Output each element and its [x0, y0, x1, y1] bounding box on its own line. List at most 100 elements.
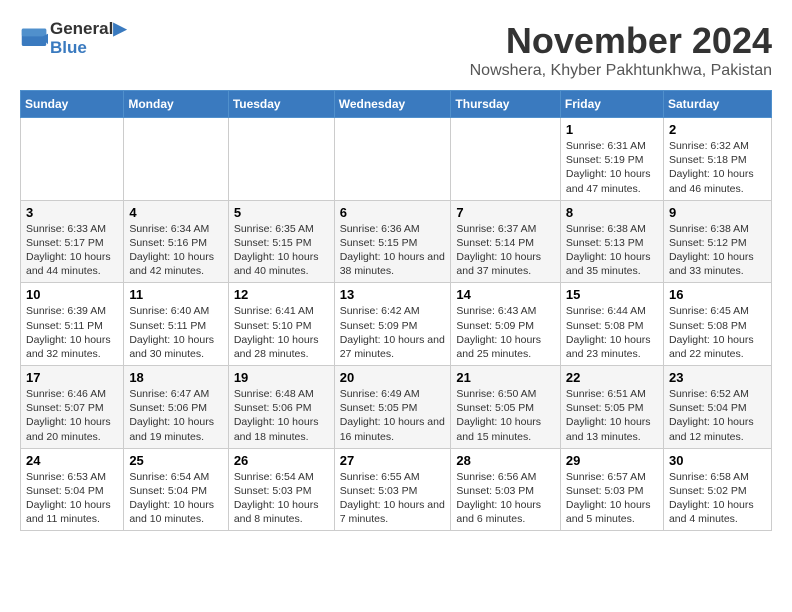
calendar-cell: 16 Sunrise: 6:45 AM Sunset: 5:08 PM Dayli… — [663, 283, 771, 366]
calendar-cell — [124, 118, 228, 201]
day-info: Sunrise: 6:39 AM Sunset: 5:11 PM Dayligh… — [26, 304, 118, 361]
day-number: 14 — [456, 287, 555, 302]
calendar-cell: 2 Sunrise: 6:32 AM Sunset: 5:18 PM Daylig… — [663, 118, 771, 201]
calendar-week-row: 17Sunrise: 6:46 AM Sunset: 5:07 PM Dayli… — [21, 366, 772, 449]
header-sunday: Sunday — [21, 91, 124, 118]
title-section: November 2024 Nowshera, Khyber Pakhtunkh… — [470, 20, 772, 80]
day-info: Sunrise: 6:44 AM Sunset: 5:08 PM Dayligh… — [566, 304, 658, 361]
calendar-cell: 6 Sunrise: 6:36 AM Sunset: 5:15 PM Daylig… — [334, 200, 451, 283]
day-number: 4 — [129, 205, 222, 220]
calendar-cell: 27Sunrise: 6:55 AM Sunset: 5:03 PM Dayli… — [334, 448, 451, 531]
calendar-cell: 26 Sunrise: 6:54 AM Sunset: 5:03 PM Dayli… — [228, 448, 334, 531]
header-wednesday: Wednesday — [334, 91, 451, 118]
calendar-cell: 15 Sunrise: 6:44 AM Sunset: 5:08 PM Dayli… — [560, 283, 663, 366]
day-number: 30 — [669, 453, 766, 468]
day-info: Sunrise: 6:50 AM Sunset: 5:05 PM Dayligh… — [456, 387, 555, 444]
day-number: 7 — [456, 205, 555, 220]
day-info: Sunrise: 6:38 AM Sunset: 5:13 PM Dayligh… — [566, 222, 658, 279]
day-number: 5 — [234, 205, 329, 220]
calendar-cell: 3 Sunrise: 6:33 AM Sunset: 5:17 PM Daylig… — [21, 200, 124, 283]
day-number: 15 — [566, 287, 658, 302]
calendar-cell: 10 Sunrise: 6:39 AM Sunset: 5:11 PM Dayli… — [21, 283, 124, 366]
header-saturday: Saturday — [663, 91, 771, 118]
calendar-week-row: 1 Sunrise: 6:31 AM Sunset: 5:19 PM Daylig… — [21, 118, 772, 201]
day-info: Sunrise: 6:54 AM Sunset: 5:03 PM Dayligh… — [234, 470, 329, 527]
calendar-cell: 9Sunrise: 6:38 AM Sunset: 5:12 PM Daylig… — [663, 200, 771, 283]
logo-line2: Blue — [50, 39, 126, 58]
calendar-cell: 28 Sunrise: 6:56 AM Sunset: 5:03 PM Dayli… — [451, 448, 561, 531]
calendar-week-row: 3 Sunrise: 6:33 AM Sunset: 5:17 PM Daylig… — [21, 200, 772, 283]
logo: General▶ Blue — [20, 20, 126, 57]
calendar-cell: 13Sunrise: 6:42 AM Sunset: 5:09 PM Dayli… — [334, 283, 451, 366]
calendar-cell: 11 Sunrise: 6:40 AM Sunset: 5:11 PM Dayli… — [124, 283, 228, 366]
day-number: 24 — [26, 453, 118, 468]
calendar-cell: 23 Sunrise: 6:52 AM Sunset: 5:04 PM Dayli… — [663, 366, 771, 449]
day-number: 1 — [566, 122, 658, 137]
calendar-cell: 17Sunrise: 6:46 AM Sunset: 5:07 PM Dayli… — [21, 366, 124, 449]
calendar-cell — [451, 118, 561, 201]
day-info: Sunrise: 6:51 AM Sunset: 5:05 PM Dayligh… — [566, 387, 658, 444]
day-info: Sunrise: 6:57 AM Sunset: 5:03 PM Dayligh… — [566, 470, 658, 527]
day-info: Sunrise: 6:45 AM Sunset: 5:08 PM Dayligh… — [669, 304, 766, 361]
day-number: 16 — [669, 287, 766, 302]
day-info: Sunrise: 6:41 AM Sunset: 5:10 PM Dayligh… — [234, 304, 329, 361]
calendar-week-row: 10 Sunrise: 6:39 AM Sunset: 5:11 PM Dayli… — [21, 283, 772, 366]
calendar-cell: 1 Sunrise: 6:31 AM Sunset: 5:19 PM Daylig… — [560, 118, 663, 201]
day-number: 2 — [669, 122, 766, 137]
day-info: Sunrise: 6:31 AM Sunset: 5:19 PM Dayligh… — [566, 139, 658, 196]
day-info: Sunrise: 6:43 AM Sunset: 5:09 PM Dayligh… — [456, 304, 555, 361]
day-number: 23 — [669, 370, 766, 385]
day-number: 25 — [129, 453, 222, 468]
day-number: 18 — [129, 370, 222, 385]
day-number: 8 — [566, 205, 658, 220]
header-thursday: Thursday — [451, 91, 561, 118]
day-info: Sunrise: 6:58 AM Sunset: 5:02 PM Dayligh… — [669, 470, 766, 527]
day-number: 6 — [340, 205, 446, 220]
day-number: 20 — [340, 370, 446, 385]
calendar-cell — [21, 118, 124, 201]
calendar-cell — [334, 118, 451, 201]
day-info: Sunrise: 6:33 AM Sunset: 5:17 PM Dayligh… — [26, 222, 118, 279]
day-info: Sunrise: 6:42 AM Sunset: 5:09 PM Dayligh… — [340, 304, 446, 361]
calendar-cell: 20 Sunrise: 6:49 AM Sunset: 5:05 PM Dayli… — [334, 366, 451, 449]
calendar-cell: 8 Sunrise: 6:38 AM Sunset: 5:13 PM Daylig… — [560, 200, 663, 283]
calendar-cell: 19Sunrise: 6:48 AM Sunset: 5:06 PM Dayli… — [228, 366, 334, 449]
logo-line1: General▶ — [50, 20, 126, 39]
day-info: Sunrise: 6:56 AM Sunset: 5:03 PM Dayligh… — [456, 470, 555, 527]
day-number: 9 — [669, 205, 766, 220]
calendar-cell — [228, 118, 334, 201]
calendar-cell: 22Sunrise: 6:51 AM Sunset: 5:05 PM Dayli… — [560, 366, 663, 449]
day-number: 26 — [234, 453, 329, 468]
day-info: Sunrise: 6:36 AM Sunset: 5:15 PM Dayligh… — [340, 222, 446, 279]
location-title: Nowshera, Khyber Pakhtunkhwa, Pakistan — [470, 62, 772, 80]
day-info: Sunrise: 6:40 AM Sunset: 5:11 PM Dayligh… — [129, 304, 222, 361]
header-friday: Friday — [560, 91, 663, 118]
day-info: Sunrise: 6:34 AM Sunset: 5:16 PM Dayligh… — [129, 222, 222, 279]
day-info: Sunrise: 6:52 AM Sunset: 5:04 PM Dayligh… — [669, 387, 766, 444]
calendar-cell: 24 Sunrise: 6:53 AM Sunset: 5:04 PM Dayli… — [21, 448, 124, 531]
day-info: Sunrise: 6:47 AM Sunset: 5:06 PM Dayligh… — [129, 387, 222, 444]
day-number: 10 — [26, 287, 118, 302]
day-info: Sunrise: 6:49 AM Sunset: 5:05 PM Dayligh… — [340, 387, 446, 444]
day-info: Sunrise: 6:32 AM Sunset: 5:18 PM Dayligh… — [669, 139, 766, 196]
day-number: 12 — [234, 287, 329, 302]
calendar-cell: 30 Sunrise: 6:58 AM Sunset: 5:02 PM Dayli… — [663, 448, 771, 531]
day-number: 17 — [26, 370, 118, 385]
day-info: Sunrise: 6:55 AM Sunset: 5:03 PM Dayligh… — [340, 470, 446, 527]
calendar-cell: 18 Sunrise: 6:47 AM Sunset: 5:06 PM Dayli… — [124, 366, 228, 449]
day-number: 19 — [234, 370, 329, 385]
day-number: 28 — [456, 453, 555, 468]
day-number: 3 — [26, 205, 118, 220]
day-number: 11 — [129, 287, 222, 302]
calendar-cell: 29Sunrise: 6:57 AM Sunset: 5:03 PM Dayli… — [560, 448, 663, 531]
calendar-cell: 21Sunrise: 6:50 AM Sunset: 5:05 PM Dayli… — [451, 366, 561, 449]
header-tuesday: Tuesday — [228, 91, 334, 118]
calendar-header-row: SundayMondayTuesdayWednesdayThursdayFrid… — [21, 91, 772, 118]
calendar-cell: 12 Sunrise: 6:41 AM Sunset: 5:10 PM Dayli… — [228, 283, 334, 366]
day-info: Sunrise: 6:53 AM Sunset: 5:04 PM Dayligh… — [26, 470, 118, 527]
calendar-cell: 25Sunrise: 6:54 AM Sunset: 5:04 PM Dayli… — [124, 448, 228, 531]
calendar-cell: 7 Sunrise: 6:37 AM Sunset: 5:14 PM Daylig… — [451, 200, 561, 283]
calendar-cell: 14 Sunrise: 6:43 AM Sunset: 5:09 PM Dayli… — [451, 283, 561, 366]
day-info: Sunrise: 6:37 AM Sunset: 5:14 PM Dayligh… — [456, 222, 555, 279]
calendar-cell: 5Sunrise: 6:35 AM Sunset: 5:15 PM Daylig… — [228, 200, 334, 283]
